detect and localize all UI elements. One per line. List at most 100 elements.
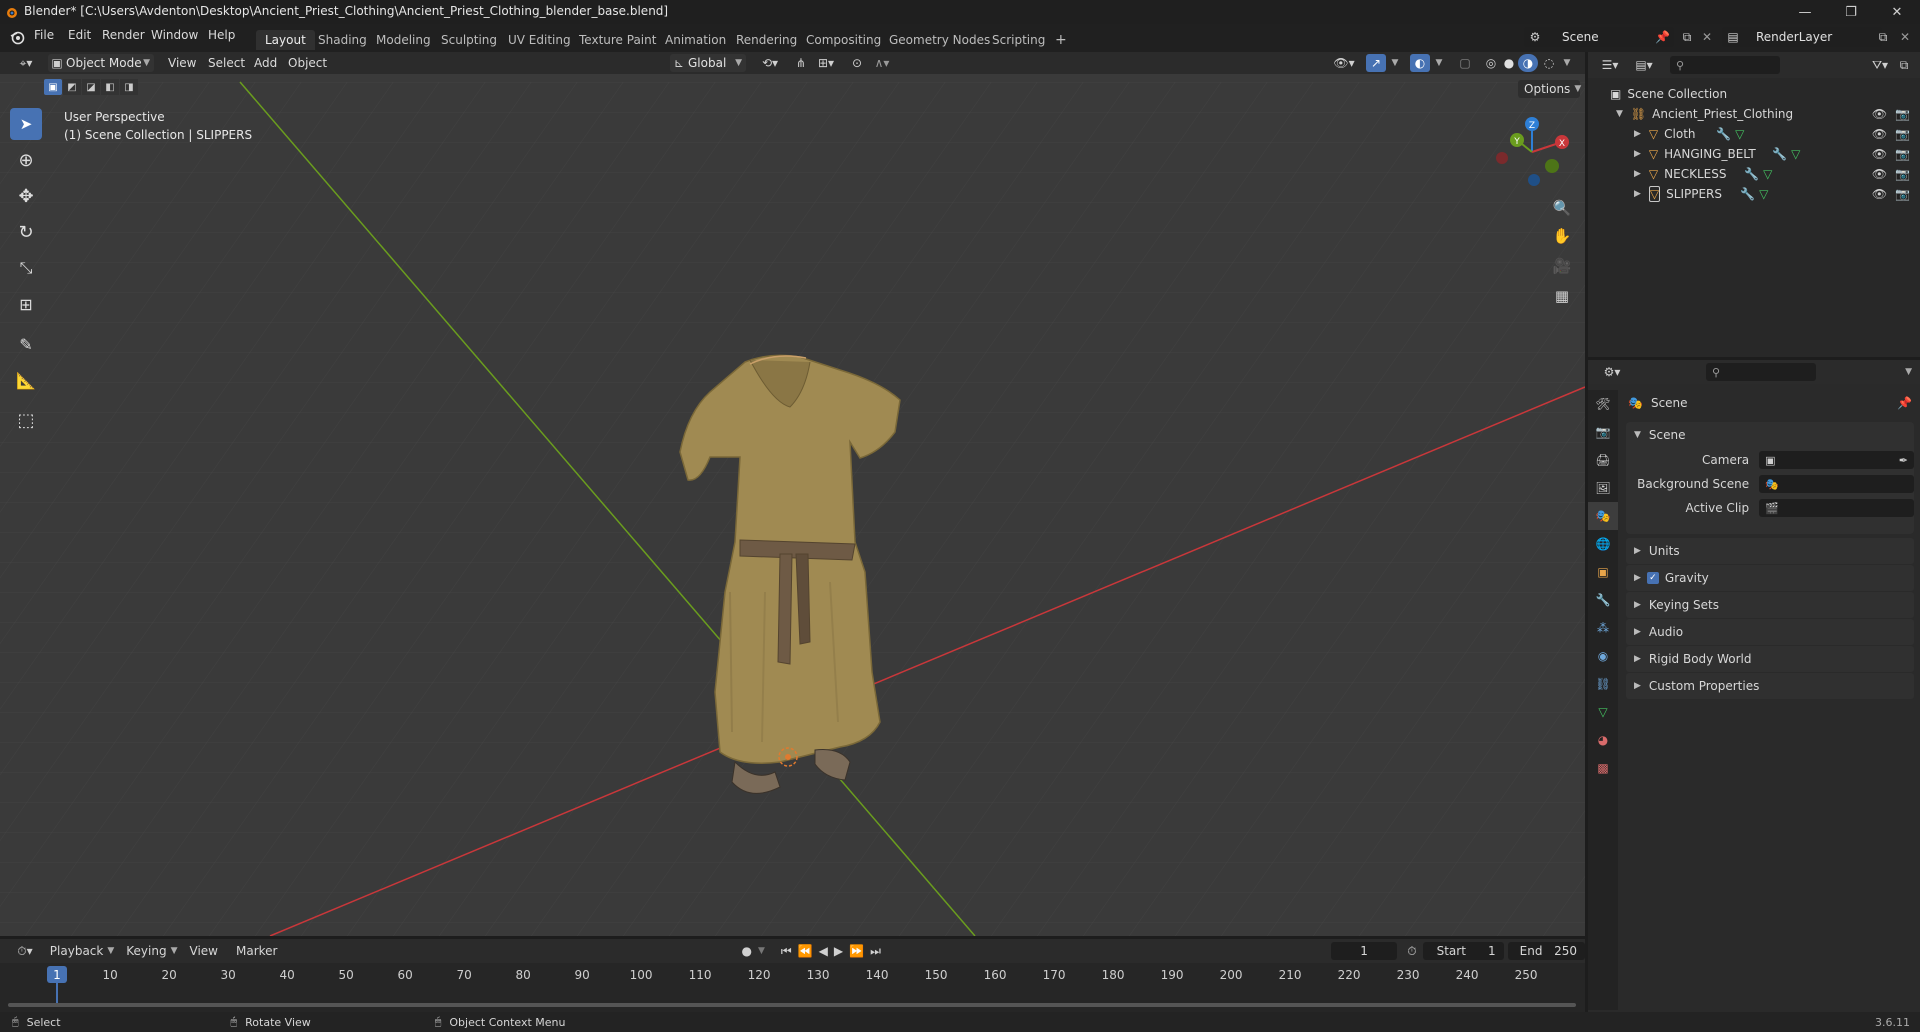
display-mode-icon[interactable]: ▤▾ [1630, 58, 1658, 72]
render-camera-icon[interactable]: 📷 [1895, 147, 1910, 161]
timeline-editor-icon[interactable]: ⏱▾ [12, 944, 38, 959]
tab-compositing[interactable]: Compositing [797, 30, 890, 50]
timeline-menu-keying[interactable]: Keying [126, 944, 166, 958]
active-clip-field[interactable]: 🎬 [1759, 499, 1914, 517]
eye-icon[interactable]: 👁 [1872, 127, 1887, 141]
modifier-wrench-icon[interactable]: 🔧 [1716, 127, 1731, 141]
outliner-collection-row[interactable]: ▼ ⛓ Ancient_Priest_Clothing 👁 📷 [1588, 104, 1920, 124]
properties-editor-icon[interactable]: ⚙▾ [1598, 365, 1626, 379]
modifier-tab-icon[interactable]: 🔧 [1588, 586, 1618, 614]
pan-hand-icon[interactable]: ✋ [1548, 224, 1576, 248]
transform-tool[interactable]: ⊞ [10, 288, 42, 320]
solid-shading-icon[interactable]: ● [1500, 55, 1518, 71]
annotate-tool[interactable]: ✎ [10, 328, 42, 360]
select-subtract-icon[interactable]: ◪ [82, 79, 100, 95]
zoom-icon[interactable]: 🔍 [1548, 196, 1576, 220]
falloff-icon[interactable]: ∧▾ [868, 55, 896, 71]
move-tool[interactable]: ✥ [10, 180, 42, 212]
rendered-shading-icon[interactable]: ◌ [1540, 55, 1558, 71]
gizmo-toggle-icon[interactable]: ↗ [1366, 54, 1386, 72]
modifier-wrench-icon[interactable]: 🔧 [1744, 167, 1759, 181]
xray-icon[interactable]: ▢ [1456, 55, 1474, 71]
wireframe-shading-icon[interactable]: ◎ [1482, 55, 1500, 71]
outliner-editor-icon[interactable]: ☰▾ [1596, 58, 1624, 72]
eye-icon[interactable]: 👁 [1872, 107, 1887, 121]
timeline-scrollbar[interactable] [8, 1003, 1576, 1007]
outliner-object-row[interactable]: ▶ ▽ NECKLESS 🔧 ▽ 👁 📷 [1588, 164, 1920, 184]
timeline-menu-playback[interactable]: Playback [50, 944, 104, 958]
current-frame-field[interactable]: 1 [1330, 942, 1398, 960]
menu-edit[interactable]: Edit [68, 28, 91, 42]
viewport-menu-select[interactable]: Select [208, 56, 245, 70]
end-frame-field[interactable]: End 250 [1507, 942, 1586, 960]
outliner-object-row[interactable]: ▶ ▽ Cloth 🔧 ▽ 👁 📷 [1588, 124, 1920, 144]
rotate-tool[interactable]: ↻ [10, 216, 42, 248]
options-button[interactable]: Options ▼ [1518, 80, 1581, 98]
modifier-wrench-icon[interactable]: 🔧 [1740, 187, 1755, 201]
render-camera-icon[interactable]: 📷 [1895, 107, 1910, 121]
next-keyframe-icon[interactable]: ⏩ [849, 944, 864, 958]
3d-viewport[interactable]: ⌖▾ ▣ Object Mode ▼ View Select Add Objec… [0, 52, 1585, 936]
select-box-tool[interactable]: ➤ [10, 108, 42, 140]
tab-uv-editing[interactable]: UV Editing [499, 30, 580, 50]
scene-selector[interactable]: ⚙ Scene 📌 [1524, 27, 1674, 47]
close-button[interactable]: ✕ [1874, 0, 1920, 24]
play-icon[interactable]: ▶ [834, 944, 843, 958]
properties-search-input[interactable]: ⚲ [1706, 363, 1816, 381]
overlay-toggle-icon[interactable]: ◐ [1410, 54, 1430, 72]
viewport-menu-add[interactable]: Add [254, 56, 277, 70]
outliner-object-row[interactable]: ▶ ▽ SLIPPERS 🔧 ▽ 👁 📷 [1588, 184, 1920, 204]
shading-dropdown-icon[interactable]: ▼ [1560, 55, 1574, 71]
camera-field[interactable]: ▣ ✒ [1759, 451, 1914, 469]
stopwatch-icon[interactable]: ⏱ [1407, 944, 1416, 959]
visibility-selector-icon[interactable]: 👁▾ [1330, 55, 1358, 71]
gravity-checkbox[interactable]: ✓ [1646, 572, 1659, 584]
filter-icon[interactable]: ⛛▾ [1866, 58, 1894, 73]
viewport-menu-view[interactable]: View [168, 56, 196, 70]
tab-scripting[interactable]: Scripting [983, 30, 1054, 50]
texture-tab-icon[interactable]: ▩ [1588, 754, 1618, 782]
menu-window[interactable]: Window [151, 28, 198, 42]
tab-layout[interactable]: Layout [256, 30, 315, 50]
output-tab-icon[interactable]: 🖨 [1588, 446, 1618, 474]
navigation-gizmo[interactable]: Z X Y [1492, 112, 1572, 188]
world-tab-icon[interactable]: 🌐 [1588, 530, 1618, 558]
pivot-point-icon[interactable]: ⟲▾ [756, 55, 784, 71]
background-scene-field[interactable]: 🎭 [1759, 475, 1914, 493]
cursor-tool[interactable]: ⊕ [10, 144, 42, 176]
new-scene-icon[interactable]: ⧉ [1678, 28, 1696, 46]
rigid-body-world-panel-header[interactable]: ▶ Rigid Body World [1626, 646, 1914, 672]
measure-tool[interactable]: 📐 [10, 364, 42, 396]
select-new-icon[interactable]: ▣ [44, 79, 62, 95]
scale-tool[interactable]: ⤡ [10, 252, 42, 284]
record-icon[interactable]: ● [741, 944, 751, 958]
pin-icon[interactable]: 📌 [1897, 396, 1912, 410]
object-tab-icon[interactable]: ▣ [1588, 558, 1618, 586]
new-collection-icon[interactable]: ⧉ [1894, 58, 1914, 73]
tab-sculpting[interactable]: Sculpting [432, 30, 506, 50]
render-camera-icon[interactable]: 📷 [1895, 127, 1910, 141]
delete-view-layer-icon[interactable]: ✕ [1896, 28, 1914, 46]
eyedropper-icon[interactable]: ✒ [1899, 454, 1908, 467]
select-extend-icon[interactable]: ◩ [63, 79, 81, 95]
minimize-button[interactable]: — [1782, 0, 1828, 24]
pin-icon[interactable]: 📌 [1655, 30, 1670, 44]
view-layer-selector[interactable]: ▤ RenderLayer [1722, 27, 1882, 47]
menu-help[interactable]: Help [208, 28, 235, 42]
render-camera-icon[interactable]: 📷 [1895, 167, 1910, 181]
outliner-scene-collection[interactable]: ▣ Scene Collection [1588, 84, 1920, 104]
camera-view-icon[interactable]: 🎥 [1548, 254, 1576, 278]
menu-file[interactable]: File [34, 28, 54, 42]
overlay-dropdown-icon[interactable]: ▼ [1432, 55, 1446, 71]
jump-start-icon[interactable]: ⏮ [781, 944, 792, 959]
keying-sets-panel-header[interactable]: ▶ Keying Sets [1626, 592, 1914, 618]
delete-scene-icon[interactable]: ✕ [1698, 28, 1716, 46]
new-view-layer-icon[interactable]: ⧉ [1874, 28, 1892, 46]
add-workspace-button[interactable]: + [1046, 30, 1076, 50]
tab-rendering[interactable]: Rendering [727, 30, 806, 50]
scene-tab-icon[interactable]: 🎭 [1588, 502, 1618, 530]
tab-animation[interactable]: Animation [656, 30, 735, 50]
tab-texture-paint[interactable]: Texture Paint [570, 30, 665, 50]
outliner-object-row[interactable]: ▶ ▽ HANGING_BELT 🔧 ▽ 👁 📷 [1588, 144, 1920, 164]
snap-target-icon[interactable]: ⊞▾ [812, 55, 840, 71]
